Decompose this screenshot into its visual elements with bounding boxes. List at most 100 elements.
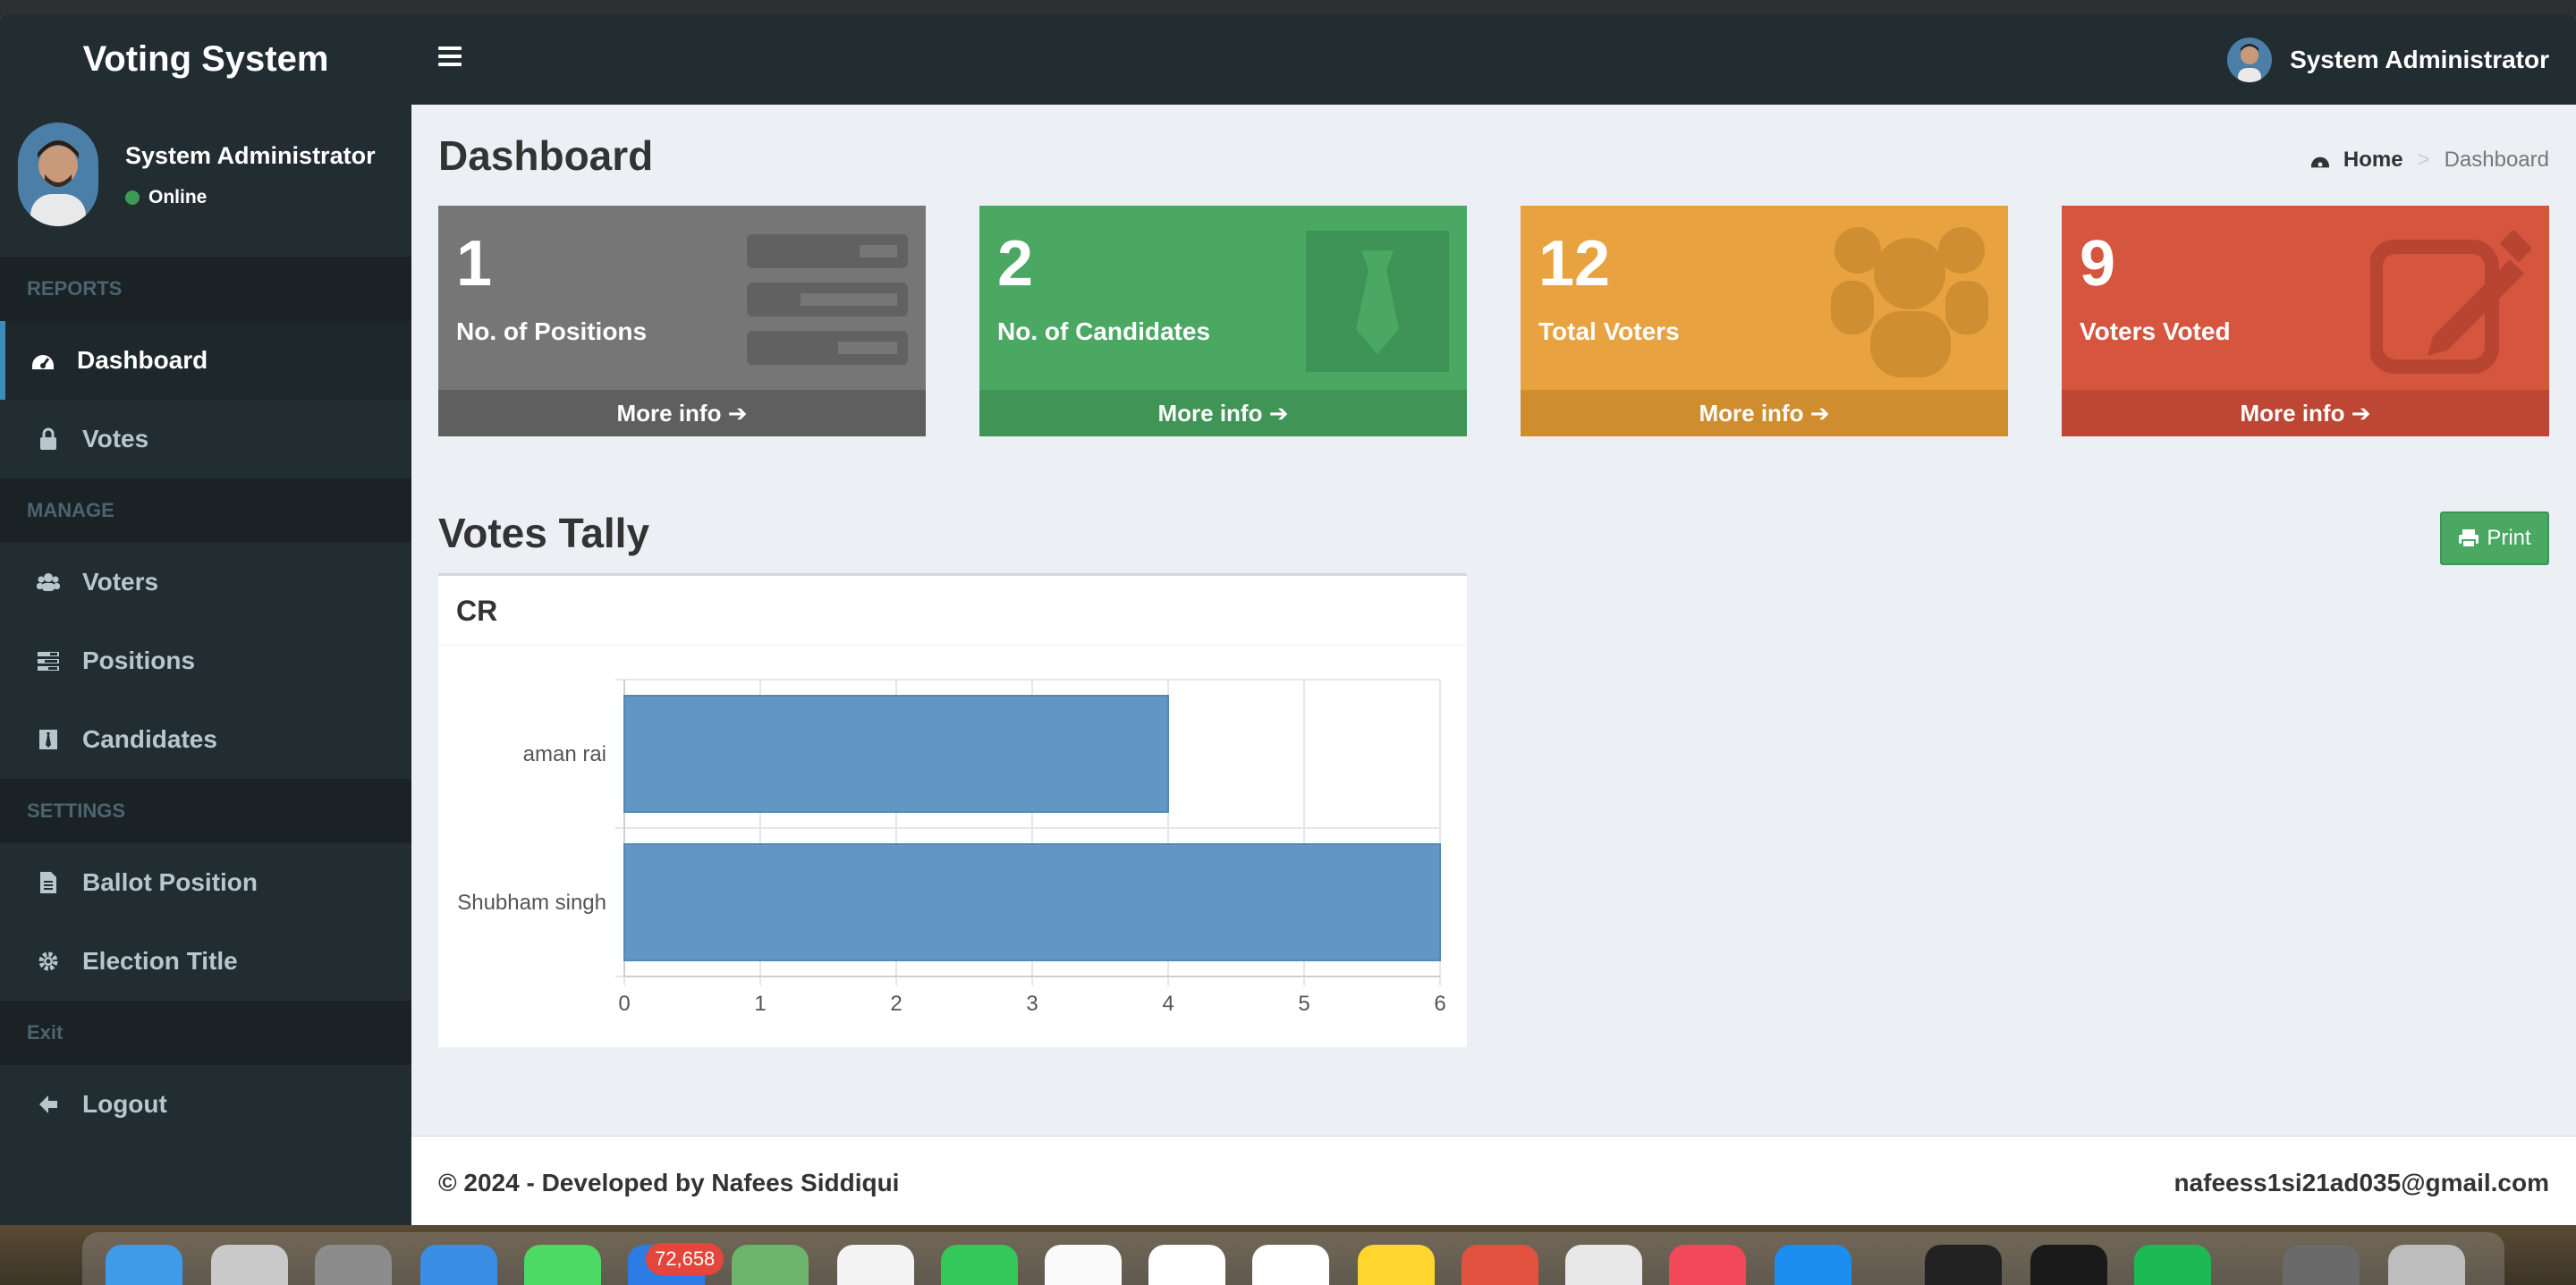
print-label: Print — [2487, 526, 2531, 550]
more-info-link[interactable]: More info ➔ — [2062, 390, 2549, 436]
sidebar-item-election-title[interactable]: Election Title — [0, 922, 411, 1001]
chart-title: CR — [438, 576, 1467, 646]
users-icon — [36, 570, 61, 595]
sidebar-item-votes[interactable]: Votes — [0, 400, 411, 478]
sidebar-item-label: Votes — [82, 425, 149, 452]
sidebar-item-logout[interactable]: Logout — [0, 1065, 411, 1144]
chrome-icon[interactable] — [1565, 1245, 1642, 1285]
stat-value: 2 — [997, 228, 1034, 300]
sidebar-item-label: Ballot Position — [82, 868, 258, 896]
safari-icon[interactable] — [420, 1245, 497, 1285]
arrow-circle-right-icon: ➔ — [727, 399, 748, 427]
user-menu[interactable]: System Administrator — [2227, 38, 2549, 82]
section-title: Votes Tally — [438, 510, 650, 556]
black-tie-icon — [36, 727, 61, 752]
launchpad-icon[interactable] — [211, 1245, 288, 1285]
photos-icon[interactable] — [837, 1245, 914, 1285]
stat-value: 1 — [456, 228, 493, 300]
top-navbar: System Administrator — [411, 14, 2576, 105]
sidebar-item-label: Candidates — [82, 725, 217, 753]
footer: © 2024 - Developed by Nafees Siddiqui na… — [411, 1136, 2576, 1225]
calendar-icon[interactable] — [1045, 1245, 1122, 1285]
x-tick-label: 0 — [618, 992, 630, 1016]
edit-icon — [2370, 231, 2531, 374]
sidebar-item-label: Positions — [82, 647, 196, 674]
app-logo[interactable]: Voting System — [0, 14, 411, 105]
lock-icon — [36, 427, 61, 452]
breadcrumb-home-label: Home — [2343, 148, 2403, 172]
x-tick-label: 6 — [1434, 992, 1445, 1016]
breadcrumb-separator: > — [2417, 148, 2430, 172]
dashboard-icon — [30, 348, 55, 373]
messages-icon[interactable] — [524, 1245, 601, 1285]
arrow-left-icon — [36, 1092, 61, 1117]
notes-icon[interactable] — [1358, 1245, 1435, 1285]
brave-icon[interactable] — [1462, 1245, 1538, 1285]
stat-label: No. of Positions — [456, 317, 648, 345]
status-badge: Online — [125, 187, 207, 208]
maps-icon[interactable] — [732, 1245, 809, 1285]
sidebar-header-manage: MANAGE — [0, 478, 411, 543]
stat-box-positions: 1 No. of Positions More info ➔ — [438, 206, 926, 436]
page-title: Dashboard — [438, 132, 654, 179]
iterm-icon[interactable] — [1925, 1245, 2002, 1285]
breadcrumb: Home > Dashboard — [2309, 148, 2549, 173]
sidebar-item-positions[interactable]: Positions — [0, 621, 411, 700]
sidebar-header-exit: Exit — [0, 1001, 411, 1065]
music-icon[interactable] — [1669, 1245, 1746, 1285]
trash-icon[interactable] — [2388, 1245, 2465, 1285]
more-info-link[interactable]: More info ➔ — [438, 390, 926, 436]
footer-email: nafeess1si21ad035@gmail.com — [2174, 1169, 2549, 1196]
sidebar-item-ballot-position[interactable]: Ballot Position — [0, 843, 411, 922]
downloads-stack-icon[interactable] — [2283, 1245, 2360, 1285]
more-info-link[interactable]: More info ➔ — [1521, 390, 2008, 436]
stat-box-total-voters: 12 Total Voters More info ➔ — [1521, 206, 2008, 436]
print-button[interactable]: Print — [2440, 511, 2549, 565]
more-info-label: More info — [1157, 399, 1263, 427]
chart-card: CR 0 1 2 3 4 5 6 aman rai Shubham singh — [438, 573, 1467, 1047]
x-tick-label: 1 — [754, 992, 766, 1016]
stat-label: No. of Candidates — [997, 317, 1211, 345]
finder-icon[interactable] — [106, 1245, 182, 1285]
os-dock — [0, 1225, 2576, 1285]
tasks-icon — [747, 234, 908, 365]
more-info-link[interactable]: More info ➔ — [979, 390, 1467, 436]
breadcrumb-home[interactable]: Home — [2309, 148, 2403, 173]
footer-copyright: © 2024 - Developed by Nafees Siddiqui — [438, 1169, 900, 1196]
dashboard-icon — [2310, 156, 2329, 168]
print-icon — [2459, 529, 2479, 548]
vscode-icon[interactable] — [1148, 1245, 1225, 1285]
x-tick-label: 3 — [1026, 992, 1038, 1016]
file-icon — [36, 870, 61, 895]
more-info-label: More info — [2240, 399, 2345, 427]
sidebar-user-name: System Administrator — [125, 142, 376, 169]
sidebar-item-candidates[interactable]: Candidates — [0, 700, 411, 779]
sidebar-header-settings: SETTINGS — [0, 779, 411, 843]
x-tick-label: 5 — [1298, 992, 1309, 1016]
users-icon — [1831, 227, 1988, 377]
stat-box-voters-voted: 9 Voters Voted More info ➔ — [2062, 206, 2549, 436]
sidebar-item-label: Dashboard — [77, 346, 208, 374]
app-store-icon[interactable] — [1775, 1245, 1852, 1285]
sidebar-item-voters[interactable]: Voters — [0, 543, 411, 621]
avatar — [18, 123, 98, 226]
settings-icon[interactable] — [315, 1245, 392, 1285]
sidebar-toggle-icon[interactable] — [438, 46, 462, 70]
sidebar-item-label: Logout — [82, 1090, 167, 1118]
stat-box-candidates: 2 No. of Candidates More info ➔ — [979, 206, 1467, 436]
avatar — [2227, 38, 2273, 82]
black-tie-icon — [1306, 231, 1449, 372]
user-panel: System Administrator Online — [0, 105, 411, 257]
breadcrumb-current: Dashboard — [2444, 148, 2549, 172]
terminal-icon[interactable] — [2030, 1245, 2107, 1285]
sidebar-item-dashboard[interactable]: Dashboard — [0, 321, 411, 400]
spotify-icon[interactable] — [2134, 1245, 2211, 1285]
app-title: Voting System — [82, 39, 329, 79]
cog-icon — [36, 949, 61, 974]
reminders-icon[interactable] — [1252, 1245, 1329, 1285]
x-tick-label: 4 — [1162, 992, 1174, 1016]
sidebar-item-label: Election Title — [82, 947, 238, 975]
mail-badge: 72,658 — [646, 1243, 724, 1275]
user-name: System Administrator — [2290, 46, 2549, 73]
facetime-icon[interactable] — [941, 1245, 1018, 1285]
